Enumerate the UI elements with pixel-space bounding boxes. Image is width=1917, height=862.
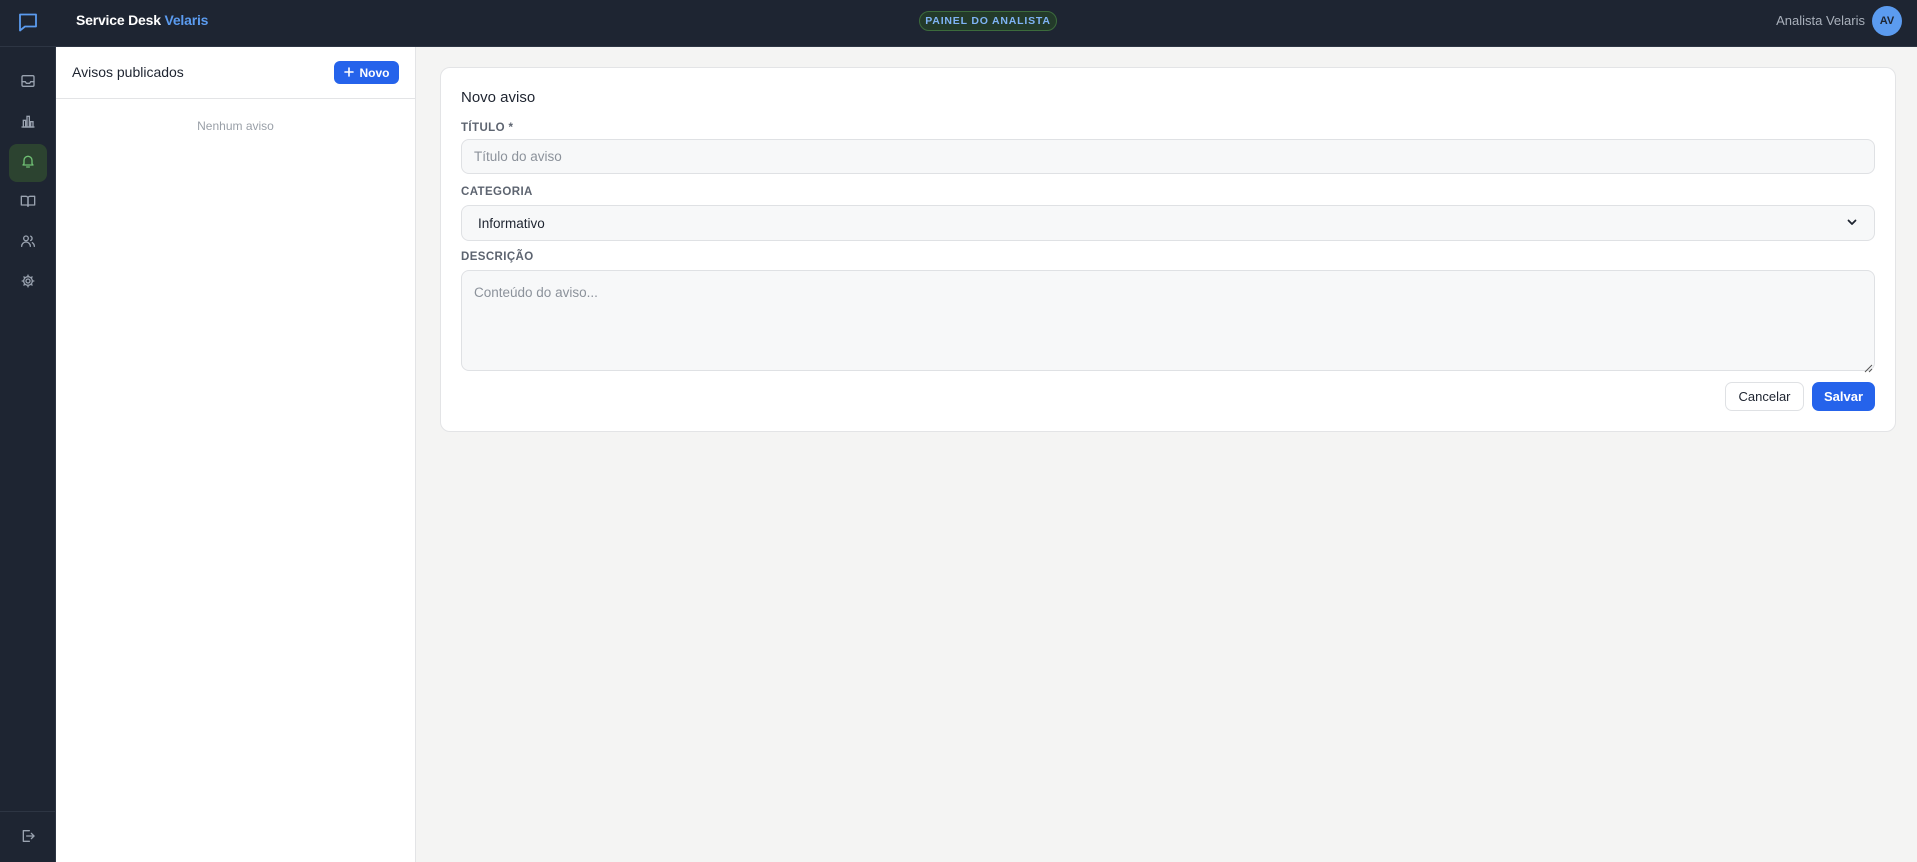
plus-icon xyxy=(343,66,354,80)
logout-button[interactable] xyxy=(9,819,47,857)
description-textarea[interactable] xyxy=(461,270,1875,371)
chat-bubble-icon[interactable] xyxy=(16,10,40,34)
sidebar-rail xyxy=(0,47,56,862)
new-button-label: Novo xyxy=(359,65,390,80)
sidebar-item-users[interactable] xyxy=(9,224,47,262)
cancel-button[interactable]: Cancelar xyxy=(1725,382,1804,411)
title-input[interactable] xyxy=(461,139,1875,174)
chevron-down-icon xyxy=(1846,216,1858,231)
bar-chart-icon xyxy=(20,113,36,134)
panel-badge: PAINEL DO ANALISTA xyxy=(919,11,1057,31)
sidebar-item-notices[interactable] xyxy=(9,144,47,182)
empty-state: Nenhum aviso xyxy=(197,119,274,133)
description-label: DESCRIÇÃO xyxy=(461,251,534,263)
brand-primary: Service Desk xyxy=(76,12,161,28)
bell-icon xyxy=(20,153,36,174)
sidebar-item-inbox[interactable] xyxy=(9,64,47,102)
list-title: Avisos publicados xyxy=(72,64,184,80)
gear-icon xyxy=(20,273,36,294)
rail-divider xyxy=(0,811,55,812)
category-value: Informativo xyxy=(478,215,545,231)
category-label: CATEGORIA xyxy=(461,186,533,198)
user-name: Analista Velaris xyxy=(1776,13,1865,28)
save-button[interactable]: Salvar xyxy=(1812,382,1875,411)
sidebar-item-reports[interactable] xyxy=(9,104,47,142)
form-title: Novo aviso xyxy=(461,89,536,106)
list-header: Avisos publicados Novo xyxy=(56,47,415,99)
logout-icon xyxy=(20,828,36,849)
users-icon xyxy=(20,233,36,254)
sidebar-item-settings[interactable] xyxy=(9,264,47,302)
new-notice-form: Novo aviso TÍTULO * CATEGORIA Informativ… xyxy=(440,67,1896,432)
notices-list-panel: Avisos publicados Novo Nenhum aviso xyxy=(56,47,416,862)
brand-accent: Velaris xyxy=(164,12,209,28)
new-notice-button[interactable]: Novo xyxy=(334,61,399,84)
book-icon xyxy=(20,193,36,214)
resize-handle-icon[interactable] xyxy=(1864,360,1873,373)
inbox-icon xyxy=(20,73,36,94)
app-brand: Service Desk Velaris xyxy=(76,12,208,28)
title-label: TÍTULO * xyxy=(461,122,514,134)
sidebar-item-knowledge[interactable] xyxy=(9,184,47,222)
category-select[interactable]: Informativo xyxy=(461,205,1875,241)
top-bar: Service Desk Velaris PAINEL DO ANALISTA … xyxy=(0,0,1917,47)
avatar[interactable]: AV xyxy=(1872,6,1902,36)
